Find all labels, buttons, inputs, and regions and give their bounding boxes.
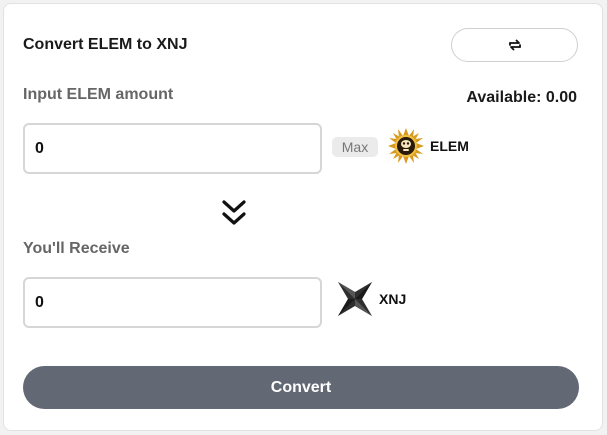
elem-logo	[388, 128, 424, 164]
chevron-double-down-icon	[222, 200, 246, 225]
xnj-logo	[338, 282, 372, 316]
elem-token-label: ELEM	[430, 138, 469, 154]
convert-card: Convert ELEM to XNJ Input ELEM amount Av…	[3, 3, 603, 431]
available-balance: Available: 0.00	[466, 89, 577, 106]
elem-token: ELEM	[388, 128, 469, 164]
swap-button[interactable]	[451, 28, 578, 62]
card-title: Convert ELEM to XNJ	[23, 36, 188, 53]
elem-amount-input[interactable]	[23, 123, 322, 174]
xnj-token: XNJ	[336, 280, 406, 318]
input-amount-label: Input ELEM amount	[23, 86, 174, 103]
swap-arrows-icon	[508, 39, 521, 51]
convert-button[interactable]: Convert	[23, 366, 579, 409]
xnj-receive-field[interactable]	[23, 277, 322, 328]
xnj-token-label: XNJ	[379, 291, 407, 307]
max-button[interactable]: Max	[332, 137, 378, 157]
receive-label: You'll Receive	[23, 240, 130, 257]
